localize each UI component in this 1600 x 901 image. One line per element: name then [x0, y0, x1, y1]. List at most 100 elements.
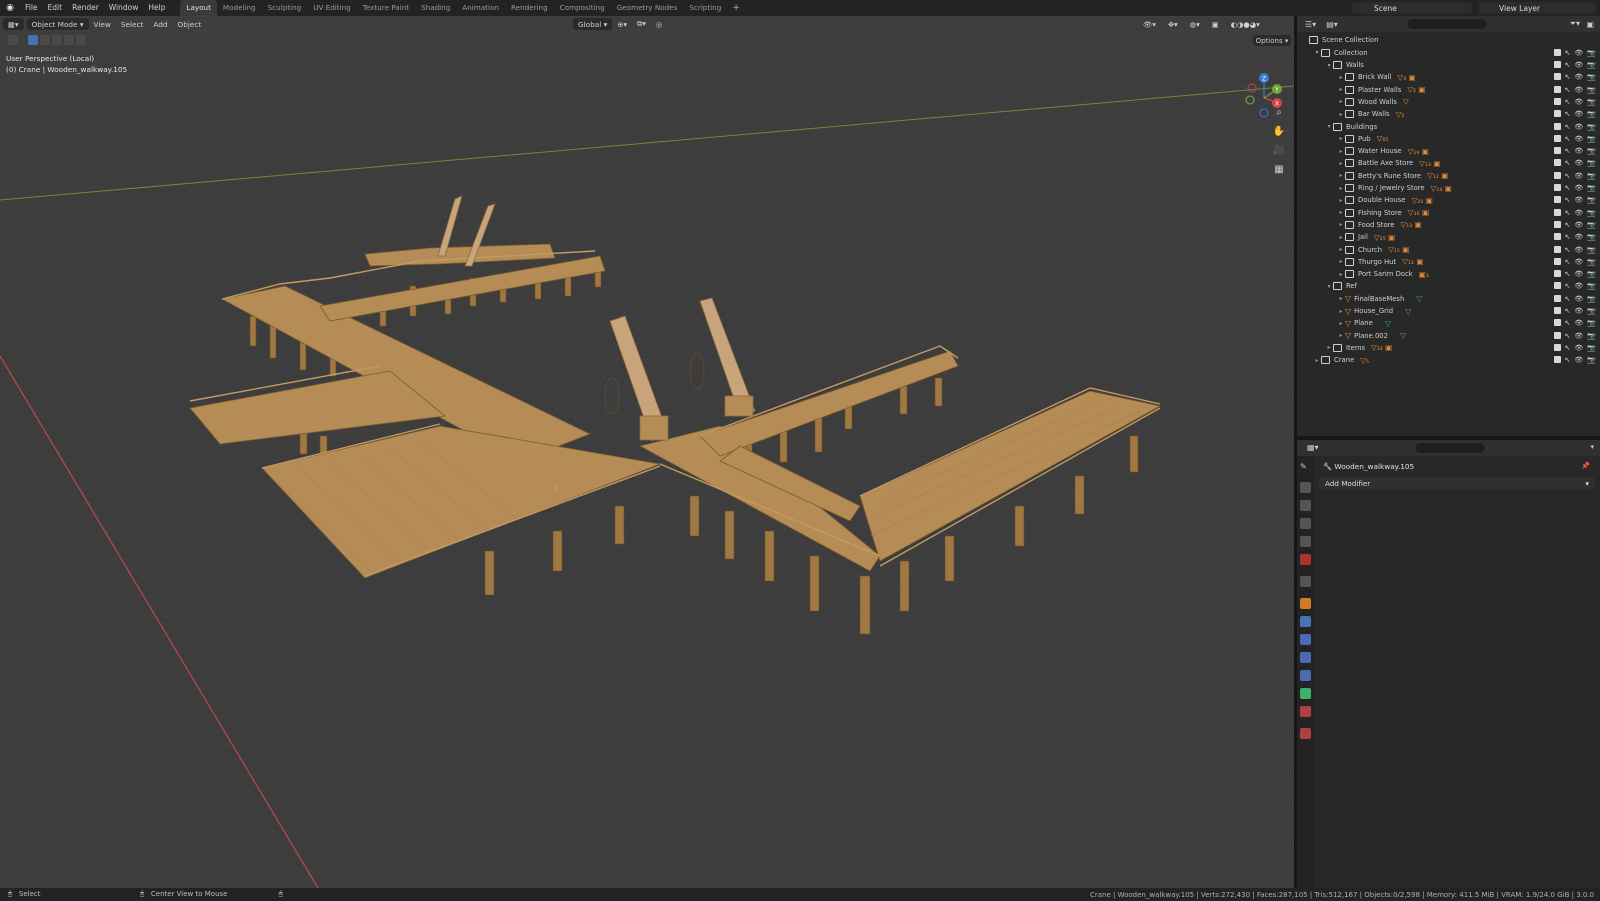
- outliner-row[interactable]: ▸ Battle Axe Store ▽₁₃ ▣ ↖ 👁 📷: [1297, 157, 1600, 170]
- eye-icon[interactable]: 👁: [1574, 98, 1583, 106]
- exclude-checkbox-icon[interactable]: [1553, 97, 1561, 105]
- visibility-icon[interactable]: 👁▾: [1138, 18, 1161, 30]
- viewport-menu-view[interactable]: View: [89, 18, 116, 30]
- exclude-checkbox-icon[interactable]: [1553, 196, 1561, 204]
- select-toggle-icon[interactable]: ↖: [1565, 295, 1571, 303]
- select-toggle-icon[interactable]: ↖: [1565, 98, 1571, 106]
- disclosure-closed-icon[interactable]: ▸: [1337, 135, 1345, 142]
- select-toggle-icon[interactable]: ↖: [1565, 307, 1571, 315]
- object-name-field[interactable]: 🔧 Wooden_walkway.105: [1323, 462, 1414, 471]
- menu-render[interactable]: Render: [67, 0, 104, 16]
- eye-icon[interactable]: 👁: [1574, 344, 1583, 352]
- viewport-menu-add[interactable]: Add: [148, 18, 172, 30]
- tab-shading[interactable]: Shading: [415, 0, 456, 16]
- render-toggle-icon[interactable]: 📷: [1587, 221, 1596, 229]
- tool-tab-icon[interactable]: ✎: [1300, 462, 1311, 473]
- render-toggle-icon[interactable]: 📷: [1587, 110, 1596, 118]
- outliner-row[interactable]: ▸ Jail ▽₂₅ ▣ ↖ 👁 📷: [1297, 231, 1600, 244]
- outliner-row[interactable]: ▸ Thurgo Hut ▽₁₂ ▣ ↖ 👁 📷: [1297, 256, 1600, 269]
- view-layer-selector[interactable]: View Layer: [1479, 2, 1597, 14]
- snap-icon[interactable]: ⧉▾: [632, 18, 651, 30]
- new-collection-icon[interactable]: ▣: [1586, 20, 1594, 29]
- render-toggle-icon[interactable]: 📷: [1587, 49, 1596, 57]
- constraints-tab-icon[interactable]: [1300, 670, 1311, 681]
- eye-icon[interactable]: 👁: [1574, 86, 1583, 94]
- eye-icon[interactable]: 👁: [1574, 221, 1583, 229]
- output-tab-icon[interactable]: [1300, 500, 1311, 511]
- outliner-row[interactable]: ▸ Port Sarim Dock ▣₃ ↖ 👁 📷: [1297, 268, 1600, 281]
- blender-logo-icon[interactable]: ◉: [0, 0, 20, 16]
- outliner-row[interactable]: ▾ Collection ↖ 👁 📷: [1297, 47, 1600, 60]
- exclude-checkbox-icon[interactable]: [1553, 294, 1561, 302]
- outliner-row[interactable]: ▸ Double House ▽₂₀ ▣ ↖ 👁 📷: [1297, 194, 1600, 207]
- disclosure-closed-icon[interactable]: ▸: [1337, 172, 1345, 179]
- world-tab-icon[interactable]: [1300, 554, 1311, 565]
- pan-hand-icon[interactable]: ✋: [1272, 124, 1286, 138]
- display-mode-icon[interactable]: ▤▾: [1326, 20, 1338, 29]
- pivot-icon[interactable]: ⊕▾: [612, 18, 632, 30]
- render-toggle-icon[interactable]: 📷: [1587, 356, 1596, 364]
- render-toggle-icon[interactable]: 📷: [1587, 196, 1596, 204]
- render-toggle-icon[interactable]: 📷: [1587, 86, 1596, 94]
- outliner-row[interactable]: ▸ Pub ▽₆₅ ↖ 👁 📷: [1297, 133, 1600, 146]
- eye-icon[interactable]: 👁: [1574, 246, 1583, 254]
- render-toggle-icon[interactable]: 📷: [1587, 184, 1596, 192]
- exclude-checkbox-icon[interactable]: [1553, 134, 1561, 142]
- select-new-icon[interactable]: [28, 35, 38, 45]
- disclosure-closed-icon[interactable]: ▸: [1337, 185, 1345, 192]
- eye-icon[interactable]: 👁: [1574, 159, 1583, 167]
- add-modifier-button[interactable]: Add Modifier ▾: [1319, 477, 1595, 489]
- tab-compositing[interactable]: Compositing: [554, 0, 611, 16]
- select-toggle-icon[interactable]: ↖: [1565, 332, 1571, 340]
- tab-modeling[interactable]: Modeling: [217, 0, 262, 16]
- eye-icon[interactable]: 👁: [1574, 282, 1583, 290]
- select-toggle-icon[interactable]: ↖: [1565, 319, 1571, 327]
- properties-editor-icon[interactable]: ▦▾: [1307, 443, 1319, 452]
- select-toggle-icon[interactable]: ↖: [1565, 61, 1571, 69]
- viewport-menu-select[interactable]: Select: [116, 18, 149, 30]
- eye-icon[interactable]: 👁: [1574, 196, 1583, 204]
- render-toggle-icon[interactable]: 📷: [1587, 295, 1596, 303]
- exclude-checkbox-icon[interactable]: [1553, 48, 1561, 56]
- disclosure-open-icon[interactable]: ▾: [1313, 49, 1321, 56]
- select-toggle-icon[interactable]: ↖: [1565, 110, 1571, 118]
- disclosure-closed-icon[interactable]: ▸: [1313, 357, 1321, 364]
- gizmo-toggle-icon[interactable]: ✥▾: [1163, 18, 1183, 30]
- render-toggle-icon[interactable]: 📷: [1587, 147, 1596, 155]
- select-intersect-icon[interactable]: [76, 35, 86, 45]
- select-toggle-icon[interactable]: ↖: [1565, 159, 1571, 167]
- disclosure-closed-icon[interactable]: ▸: [1337, 271, 1345, 278]
- xray-icon[interactable]: ▣: [1207, 18, 1224, 30]
- outliner-row[interactable]: ▸ Brick Wall ▽₃ ▣ ↖ 👁 📷: [1297, 71, 1600, 84]
- outliner-row[interactable]: ▸ Items ▽₃₃ ▣ ↖ 👁 📷: [1297, 342, 1600, 355]
- render-toggle-icon[interactable]: 📷: [1587, 172, 1596, 180]
- outliner-row[interactable]: ▸ Crane ▽₅ ↖ 👁 📷: [1297, 354, 1600, 367]
- select-subtract-icon[interactable]: [52, 35, 62, 45]
- select-toggle-icon[interactable]: ↖: [1565, 135, 1571, 143]
- select-extend-icon[interactable]: [40, 35, 50, 45]
- eye-icon[interactable]: 👁: [1574, 356, 1583, 364]
- camera-icon[interactable]: 🎥: [1272, 143, 1286, 157]
- outliner-row[interactable]: ▸ ▽ House_Grid ▽ ↖ 👁 📷: [1297, 305, 1600, 318]
- render-toggle-icon[interactable]: 📷: [1587, 258, 1596, 266]
- outliner-row[interactable]: ▸ ▽ Plane ▽ ↖ 👁 📷: [1297, 317, 1600, 330]
- shading-modes-icon[interactable]: ◐◑●◕▾: [1226, 18, 1265, 30]
- eye-icon[interactable]: 👁: [1574, 209, 1583, 217]
- select-toggle-icon[interactable]: ↖: [1565, 282, 1571, 290]
- exclude-checkbox-icon[interactable]: [1553, 208, 1561, 216]
- add-workspace-button[interactable]: +: [727, 3, 745, 13]
- chevron-down-icon[interactable]: ▾: [1590, 443, 1594, 451]
- eye-icon[interactable]: 👁: [1574, 73, 1583, 81]
- exclude-checkbox-icon[interactable]: [1553, 331, 1561, 339]
- eye-icon[interactable]: 👁: [1574, 49, 1583, 57]
- disclosure-closed-icon[interactable]: ▸: [1337, 86, 1345, 93]
- render-toggle-icon[interactable]: 📷: [1587, 307, 1596, 315]
- tab-layout[interactable]: Layout: [180, 0, 217, 16]
- eye-icon[interactable]: 👁: [1574, 233, 1583, 241]
- disclosure-closed-icon[interactable]: ▸: [1337, 332, 1345, 339]
- exclude-checkbox-icon[interactable]: [1553, 343, 1561, 351]
- outliner-search-input[interactable]: [1407, 19, 1487, 29]
- disclosure-closed-icon[interactable]: ▸: [1337, 320, 1345, 327]
- material-tab-icon[interactable]: [1300, 706, 1311, 717]
- eye-icon[interactable]: 👁: [1574, 319, 1583, 327]
